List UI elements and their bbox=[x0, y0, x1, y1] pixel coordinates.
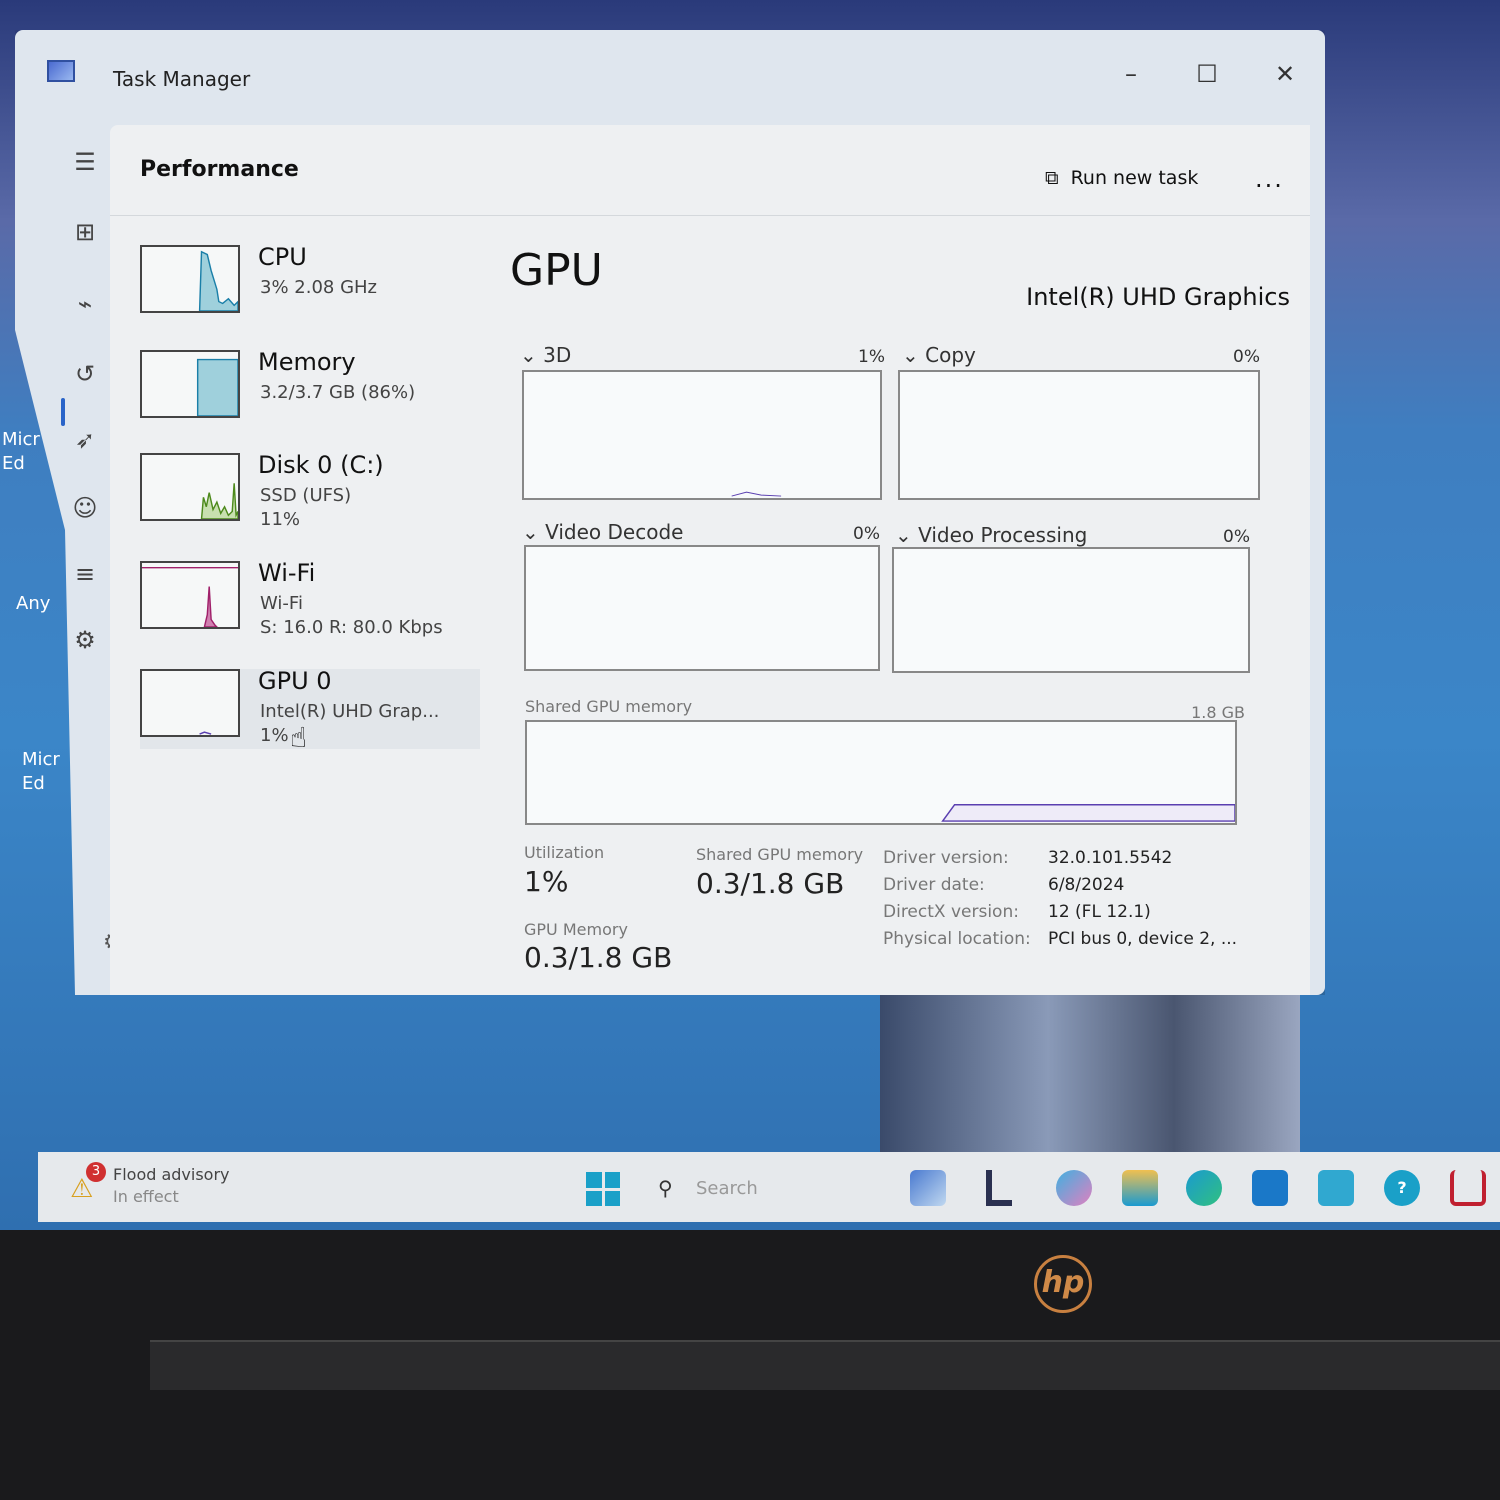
resource-detail: 3.2/3.7 GB (86%) bbox=[260, 382, 416, 403]
driver-version-row: Driver version: 32.0.101.5542 bbox=[883, 848, 1173, 868]
startup-apps-icon[interactable]: ➶ bbox=[65, 418, 105, 462]
weather-subtitle: In effect bbox=[113, 1187, 179, 1206]
shared-memory-graph-label: Shared GPU memory bbox=[525, 697, 693, 716]
engine-video-processing-percent: 0% bbox=[1223, 527, 1250, 547]
memory-thumbnail-graph bbox=[140, 350, 240, 418]
engine-3d-label[interactable]: ⌄ 3D bbox=[520, 343, 571, 367]
mcafee-icon[interactable] bbox=[1450, 1170, 1486, 1206]
resource-item-gpu[interactable]: GPU 0 Intel(R) UHD Grap... 1% ☝ bbox=[140, 667, 480, 754]
engine-copy-label[interactable]: ⌄ Copy bbox=[902, 343, 976, 367]
engine-3d-percent: 1% bbox=[858, 347, 885, 367]
users-icon[interactable]: ☺ bbox=[65, 486, 105, 530]
resource-name: Memory bbox=[258, 348, 356, 376]
resource-detail: SSD (UFS) bbox=[260, 485, 352, 506]
hamburger-menu-icon[interactable]: ☰ bbox=[65, 140, 105, 184]
engine-video-decode-percent: 0% bbox=[853, 524, 880, 544]
run-task-icon: ⧉ bbox=[1045, 167, 1059, 189]
resource-name: CPU bbox=[258, 243, 307, 271]
run-new-task-button[interactable]: ⧉ Run new task bbox=[1045, 167, 1198, 189]
edge-browser-icon[interactable] bbox=[1186, 1170, 1222, 1206]
resource-detail: Intel(R) UHD Grap... bbox=[260, 701, 440, 722]
resource-item-cpu[interactable]: CPU 3% 2.08 GHz bbox=[140, 243, 480, 325]
cpu-thumbnail-graph bbox=[140, 245, 240, 313]
gpu-title: GPU bbox=[510, 245, 603, 296]
resource-item-disk[interactable]: Disk 0 (C:) SSD (UFS) 11% bbox=[140, 451, 480, 533]
weather-title[interactable]: Flood advisory bbox=[113, 1165, 230, 1184]
shared-gpu-memory-value: 0.3/1.8 GB bbox=[696, 867, 845, 900]
driver-date-row: Driver date: 6/8/2024 bbox=[883, 875, 1125, 895]
taskbar: ⚠ 3 Flood advisory In effect ⚲ Search ? bbox=[38, 1152, 1500, 1222]
myhp-icon[interactable] bbox=[1318, 1170, 1354, 1206]
engine-video-decode-label[interactable]: ⌄ Video Decode bbox=[522, 520, 683, 544]
hand-cursor-icon: ☝ bbox=[290, 721, 308, 754]
physical-location-row: Physical location: PCI bus 0, device 2, .… bbox=[883, 929, 1238, 949]
app-history-icon[interactable]: ↺ bbox=[65, 352, 105, 396]
engine-video-decode-graph bbox=[524, 545, 880, 671]
services-icon[interactable]: ⚙ bbox=[65, 618, 105, 662]
shared-memory-graph bbox=[525, 720, 1237, 825]
close-button[interactable]: ✕ bbox=[1265, 60, 1305, 88]
engine-copy-percent: 0% bbox=[1233, 347, 1260, 367]
resource-detail: 3% 2.08 GHz bbox=[260, 277, 378, 298]
resource-name: GPU 0 bbox=[258, 667, 332, 695]
utilization-value: 1% bbox=[524, 865, 569, 898]
resource-item-wifi[interactable]: Wi-Fi Wi-Fi S: 16.0 R: 80.0 Kbps bbox=[140, 559, 480, 641]
shared-gpu-memory-label: Shared GPU memory bbox=[696, 845, 864, 864]
processes-icon[interactable]: ⊞ bbox=[65, 210, 105, 254]
details-icon[interactable]: ≡ bbox=[65, 552, 105, 596]
resource-usage: S: 16.0 R: 80.0 Kbps bbox=[260, 617, 443, 638]
microsoft-store-icon[interactable] bbox=[1252, 1170, 1288, 1206]
maximize-button[interactable]: ☐ bbox=[1187, 60, 1227, 88]
more-options-button[interactable]: ... bbox=[1255, 165, 1284, 193]
app-l-icon[interactable] bbox=[986, 1170, 1012, 1206]
engine-3d-graph bbox=[522, 370, 882, 500]
directx-version-row: DirectX version: 12 (FL 12.1) bbox=[883, 902, 1151, 922]
desktop: Micr Ed Any Micr Ed Task Manager – ☐ ✕ ☰… bbox=[0, 0, 1500, 1230]
desktop-icon-edge[interactable]: Micr Ed bbox=[2, 428, 44, 476]
gpu-thumbnail-graph bbox=[140, 669, 240, 737]
task-manager-app-icon bbox=[47, 60, 75, 82]
taskbar-search-input[interactable]: Search bbox=[696, 1178, 758, 1199]
desktop-icon-edge-2[interactable]: Micr Ed bbox=[22, 748, 64, 796]
performance-icon[interactable]: ⌁ bbox=[65, 282, 105, 326]
resource-usage: 1% bbox=[260, 725, 289, 746]
help-icon[interactable]: ? bbox=[1384, 1170, 1420, 1206]
gpu-memory-label: GPU Memory bbox=[524, 920, 628, 939]
engine-video-processing-graph bbox=[892, 547, 1250, 673]
performance-pane: Performance ⧉ Run new task ... CPU 3% 2.… bbox=[110, 125, 1310, 995]
search-icon: ⚲ bbox=[658, 1176, 673, 1200]
utilization-label: Utilization bbox=[524, 843, 605, 862]
gpu-memory-value: 0.3/1.8 GB bbox=[524, 941, 673, 974]
laptop-hinge bbox=[150, 1340, 1500, 1390]
resource-name: Disk 0 (C:) bbox=[258, 451, 384, 479]
file-explorer-icon[interactable] bbox=[1122, 1170, 1158, 1206]
start-button-windows-icon[interactable] bbox=[586, 1172, 620, 1206]
widgets-icon[interactable] bbox=[910, 1170, 946, 1206]
copilot-icon[interactable] bbox=[1056, 1170, 1092, 1206]
wallpaper-pier bbox=[880, 995, 1300, 1160]
resource-item-memory[interactable]: Memory 3.2/3.7 GB (86%) bbox=[140, 348, 480, 430]
page-title: Performance bbox=[140, 157, 299, 182]
engine-video-processing-label[interactable]: ⌄ Video Processing bbox=[895, 523, 1087, 547]
gpu-model: Intel(R) UHD Graphics bbox=[1026, 283, 1290, 311]
wifi-thumbnail-graph bbox=[140, 561, 240, 629]
task-manager-window: Task Manager – ☐ ✕ ☰ ⊞ ⌁ ↺ ➶ ☺ ≡ ⚙ ⚙ Per… bbox=[15, 30, 1325, 995]
window-title: Task Manager bbox=[113, 67, 251, 91]
header-divider bbox=[110, 215, 1310, 216]
resource-name: Wi-Fi bbox=[258, 559, 316, 587]
resource-usage: 11% bbox=[260, 509, 301, 530]
title-bar[interactable]: Task Manager – ☐ ✕ bbox=[15, 30, 1325, 125]
weather-badge: 3 bbox=[86, 1162, 106, 1182]
minimize-button[interactable]: – bbox=[1111, 60, 1151, 88]
hp-logo: hp bbox=[1034, 1255, 1092, 1313]
resource-detail: Wi-Fi bbox=[260, 593, 303, 614]
disk-thumbnail-graph bbox=[140, 453, 240, 521]
run-new-task-label: Run new task bbox=[1070, 167, 1199, 189]
engine-copy-graph bbox=[898, 370, 1260, 500]
desktop-icon-anydesk[interactable]: Any bbox=[16, 592, 58, 616]
